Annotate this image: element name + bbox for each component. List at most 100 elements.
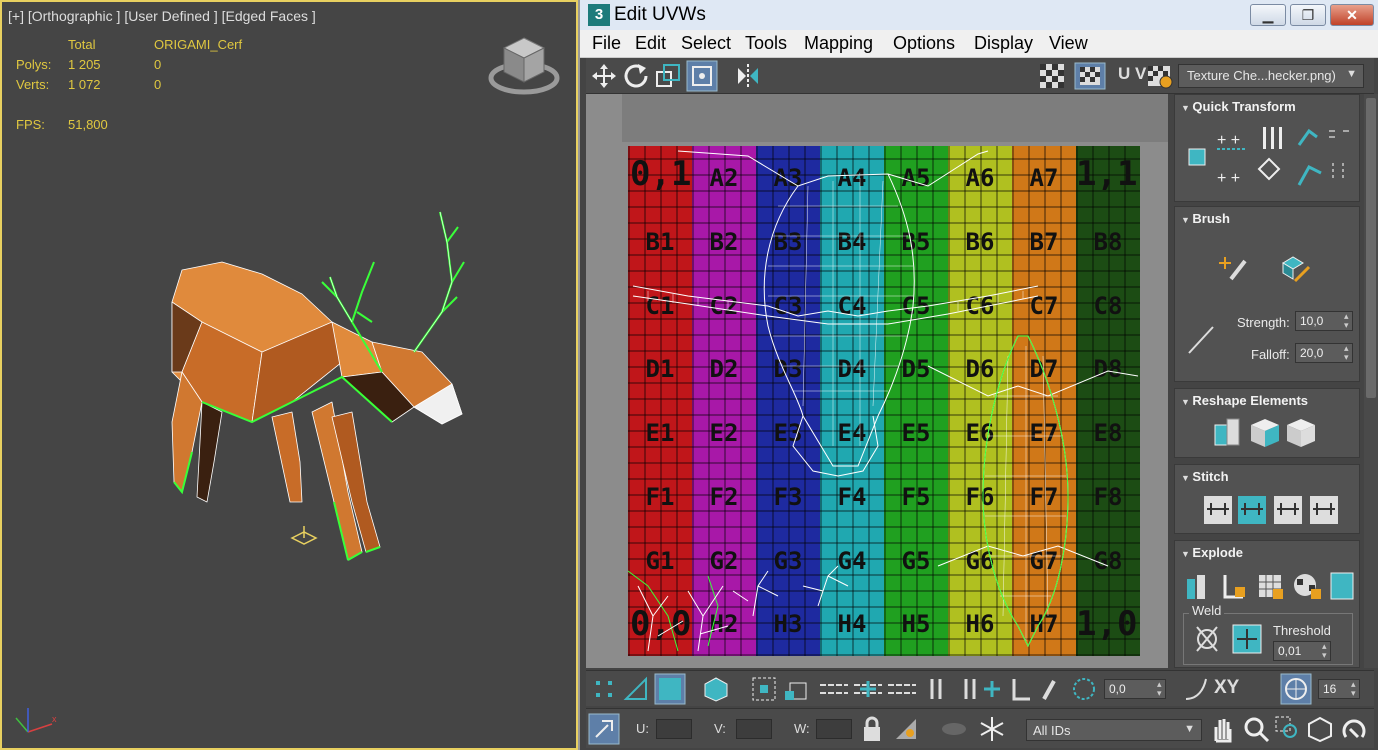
- uv-editor-canvas[interactable]: A2 A3 A4 A5 A6 A7 B1 B2 B3 B4 B5 B6 B7 B8 C1 C2 C3 C4 C5 C6…: [586, 94, 1168, 668]
- tool-panel: Quick Transform + + + + Brush Strength: …: [1174, 94, 1362, 668]
- stats-polys-total: 1 205: [68, 57, 101, 72]
- viewcube-icon[interactable]: [488, 34, 560, 98]
- close-button[interactable]: ✕: [1330, 4, 1374, 26]
- weld-label: Weld: [1189, 603, 1225, 618]
- menu-edit[interactable]: Edit: [635, 33, 666, 54]
- texture-dropdown-label: Texture Che...hecker.png): [1187, 68, 1336, 83]
- checker-texture[interactable]: A2 A3 A4 A5 A6 A7 B1 B2 B3 B4 B5 B6 B7 B8 C1 C2 C3 C4 C5 C6…: [628, 146, 1140, 656]
- menu-view[interactable]: View: [1049, 33, 1088, 54]
- xy-coordinate-toggle[interactable]: XY: [1214, 677, 1239, 699]
- brush-falloff-icon[interactable]: [1185, 323, 1219, 357]
- hide-icon[interactable]: [892, 715, 920, 743]
- rollout-stitch: Stitch: [1174, 464, 1360, 534]
- minimize-button[interactable]: ▁: [1250, 4, 1286, 26]
- uv-mode-label[interactable]: U V: [1118, 64, 1146, 84]
- grid-size-spinner[interactable]: 16: [1318, 679, 1360, 699]
- stitch-icons[interactable]: [1203, 495, 1343, 525]
- move-icon[interactable]: [590, 62, 618, 90]
- reshape-icons[interactable]: [1211, 417, 1321, 449]
- pan-hand-icon[interactable]: [1208, 715, 1236, 743]
- checker-uv-icon[interactable]: [1074, 62, 1106, 90]
- menu-display[interactable]: Display: [974, 33, 1033, 54]
- maximize-button[interactable]: ❐: [1290, 4, 1326, 26]
- falloff-curve-icon[interactable]: [1182, 675, 1210, 703]
- top-toolbar: U V Texture Che...hecker.png) ▼: [586, 58, 1374, 94]
- face-select-icon[interactable]: [654, 673, 686, 705]
- w-field[interactable]: [816, 719, 852, 739]
- threshold-spinner[interactable]: 0,01: [1273, 641, 1331, 661]
- scale-icon[interactable]: [654, 62, 682, 90]
- stats-total-header: Total: [68, 37, 96, 52]
- texture-dropdown[interactable]: Texture Che...hecker.png) ▼: [1178, 64, 1364, 88]
- rollout-title-reshape[interactable]: Reshape Elements: [1181, 393, 1308, 408]
- soft-selection-icon[interactable]: [1070, 675, 1098, 703]
- canvas-backdrop: [622, 94, 1168, 142]
- perspective-viewport[interactable]: [+] [Orthographic ] [User Defined ] [Edg…: [0, 0, 578, 750]
- rollout-title-stitch[interactable]: Stitch: [1181, 469, 1228, 484]
- strength-label: Strength:: [1237, 315, 1290, 330]
- paint-move-brush-icon[interactable]: [1219, 253, 1251, 283]
- stats-verts-label: Verts:: [16, 77, 50, 92]
- stats-verts-total: 1 072: [68, 77, 101, 92]
- w-label: W:: [794, 721, 810, 736]
- scrollbar-thumb[interactable]: [1366, 98, 1376, 398]
- strength-spinner[interactable]: 10,0: [1295, 311, 1353, 331]
- menu-mapping[interactable]: Mapping: [804, 33, 873, 54]
- menu-tools[interactable]: Tools: [745, 33, 787, 54]
- window-title: Edit UVWs: [614, 4, 706, 25]
- grid-snap-icon[interactable]: [1280, 673, 1312, 705]
- stats-fps-label: FPS:: [16, 117, 45, 132]
- viewport-label[interactable]: [+] [Orthographic ] [User Defined ] [Edg…: [8, 8, 316, 24]
- relax-brush-icon[interactable]: [1279, 253, 1311, 283]
- ring-loop-tools-icons[interactable]: [926, 675, 1056, 703]
- falloff-spinner[interactable]: 20,0: [1295, 343, 1353, 363]
- checker-icon[interactable]: [1038, 62, 1066, 90]
- shrink-selection-icon[interactable]: [782, 675, 810, 703]
- snap-toggle-icon[interactable]: [1340, 715, 1368, 743]
- panel-scrollbar[interactable]: [1364, 94, 1378, 668]
- soft-selection-falloff[interactable]: 0,0: [1104, 679, 1166, 699]
- element-select-icon[interactable]: [702, 675, 730, 703]
- rollout-reshape-elements: Reshape Elements: [1174, 388, 1360, 458]
- vertex-select-icon[interactable]: [590, 675, 618, 703]
- uv-mesh-overlay[interactable]: [628, 146, 1140, 656]
- mirror-icon[interactable]: [734, 62, 762, 90]
- stats-polys-label: Polys:: [16, 57, 52, 72]
- snowflake-icon[interactable]: [978, 715, 1006, 743]
- chevron-down-icon: ▼: [1346, 68, 1357, 80]
- quick-transform-icons[interactable]: + + + +: [1183, 123, 1353, 195]
- stats-fps-value: 51,800: [68, 117, 108, 132]
- freeform-icon[interactable]: [686, 60, 718, 92]
- falloff-label: Falloff:: [1251, 347, 1290, 362]
- lock-icon[interactable]: [858, 715, 886, 743]
- rollout-title-brush[interactable]: Brush: [1181, 211, 1230, 226]
- grow-selection-icon[interactable]: [750, 675, 778, 703]
- weld-icons[interactable]: [1193, 623, 1263, 655]
- axis-tripod-icon: x: [15, 708, 57, 733]
- rollout-title-explode[interactable]: Explode: [1181, 545, 1243, 560]
- explode-icons[interactable]: [1185, 571, 1355, 603]
- rollout-quick-transform: Quick Transform + + + +: [1174, 94, 1360, 202]
- menu-file[interactable]: File: [592, 33, 621, 54]
- bottom-toolbar-selection: 0,0 XY 16: [586, 670, 1374, 706]
- rotate-icon[interactable]: [622, 62, 650, 90]
- bottom-toolbar-transform: U: V: W: All IDs ▼: [586, 708, 1374, 748]
- rollout-title-quick-transform[interactable]: Quick Transform: [1181, 99, 1295, 114]
- zoom-region-icon[interactable]: [1274, 715, 1302, 743]
- menu-bar: File Edit Select Tools Mapping Options D…: [580, 30, 1378, 58]
- loop-ring-select-icons[interactable]: [818, 675, 918, 703]
- absolute-offset-toggle-icon[interactable]: [588, 713, 620, 745]
- menu-options[interactable]: Options: [893, 33, 955, 54]
- edge-select-icon[interactable]: [622, 675, 650, 703]
- menu-select[interactable]: Select: [681, 33, 731, 54]
- material-id-dropdown[interactable]: All IDs ▼: [1026, 719, 1202, 741]
- zoom-icon[interactable]: [1242, 715, 1270, 743]
- v-field[interactable]: [736, 719, 772, 739]
- u-field[interactable]: [656, 719, 692, 739]
- settings-icon[interactable]: [1146, 62, 1174, 90]
- rollout-explode: Explode Weld Threshold 0,01: [1174, 540, 1360, 668]
- svg-text:x: x: [52, 714, 57, 724]
- freeze-preview-icon[interactable]: [940, 715, 968, 743]
- title-bar[interactable]: 3 Edit UVWs ▁ ❐ ✕: [580, 0, 1378, 30]
- zoom-extents-icon[interactable]: [1306, 715, 1334, 743]
